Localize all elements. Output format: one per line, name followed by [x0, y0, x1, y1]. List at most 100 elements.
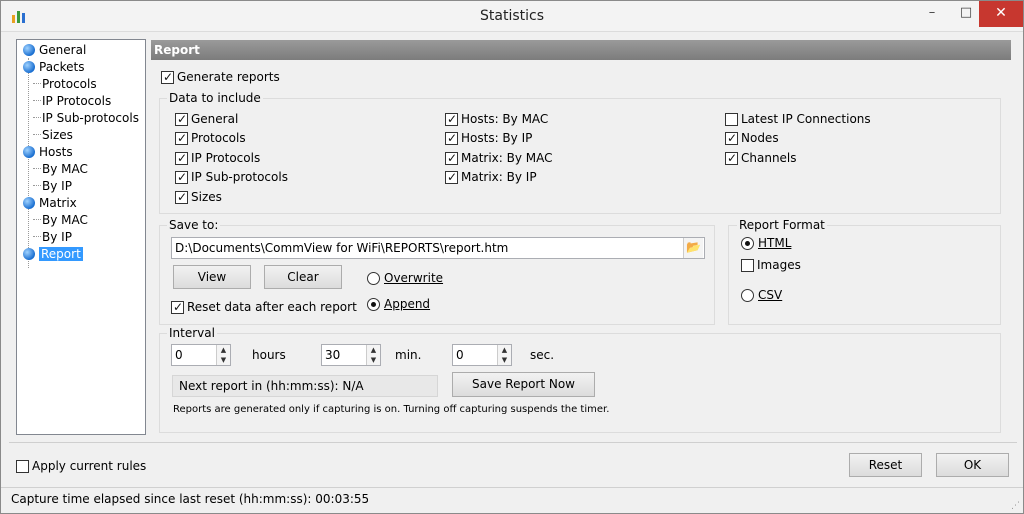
- checkbox-box: [445, 131, 458, 145]
- csv-format-radio[interactable]: CSV: [741, 288, 782, 302]
- minimize-icon[interactable]: –: [917, 1, 947, 27]
- seconds-value: 0: [456, 348, 464, 362]
- tree-item-label: Matrix: [39, 196, 77, 210]
- checkbox-box: [161, 70, 174, 84]
- hours-spinner[interactable]: 0 ▲ ▼: [171, 344, 231, 366]
- radio-label: Append: [384, 297, 431, 311]
- tree-item-hosts-by-mac[interactable]: By MAC: [42, 161, 88, 177]
- html-format-radio[interactable]: HTML: [741, 236, 791, 250]
- tree-item-label: Protocols: [42, 77, 97, 91]
- close-icon[interactable]: ✕: [979, 1, 1023, 27]
- tree-item-label: By MAC: [42, 162, 88, 176]
- seconds-label: sec.: [530, 348, 555, 362]
- checkbox-label: Reset data after each report: [187, 300, 357, 314]
- checkbox-label: Matrix: By IP: [461, 170, 537, 184]
- include-sizes-checkbox[interactable]: Sizes: [175, 190, 222, 204]
- node-icon: [23, 44, 35, 56]
- tree-item-report[interactable]: Report: [23, 246, 83, 262]
- save-report-now-button[interactable]: Save Report Now: [452, 372, 595, 397]
- checkbox-label: Hosts: By IP: [461, 131, 533, 145]
- tree-item-label: IP Protocols: [42, 94, 112, 108]
- include-matrix-by-mac-checkbox[interactable]: Matrix: By MAC: [445, 151, 553, 165]
- overwrite-radio[interactable]: Overwrite: [367, 271, 443, 285]
- interval-note: Reports are generated only if capturing …: [173, 404, 610, 415]
- seconds-spinner[interactable]: 0 ▲ ▼: [452, 344, 512, 366]
- tree-item-ip-protocols[interactable]: IP Protocols: [42, 93, 111, 109]
- tree-item-sizes[interactable]: Sizes: [42, 127, 73, 143]
- folder-open-icon[interactable]: 📂: [683, 238, 703, 258]
- tree-connector: [33, 219, 41, 220]
- reset-after-report-checkbox[interactable]: Reset data after each report: [171, 300, 357, 314]
- checkbox-box: [445, 170, 458, 184]
- generate-reports-checkbox[interactable]: Generate reports: [161, 70, 280, 84]
- include-channels-checkbox[interactable]: Channels: [725, 151, 797, 165]
- checkbox-box: [175, 190, 188, 204]
- report-section-header: Report: [151, 40, 1011, 60]
- report-path-field[interactable]: D:\Documents\CommView for WiFi\REPORTS\r…: [171, 237, 705, 259]
- tree-connector: [33, 134, 41, 135]
- spinner-arrows-icon[interactable]: ▲ ▼: [497, 345, 511, 365]
- spinner-arrows-icon[interactable]: ▲ ▼: [216, 345, 230, 365]
- spinner-arrows-icon[interactable]: ▲ ▼: [366, 345, 380, 365]
- radio-circle: [367, 298, 380, 311]
- checkbox-box: [175, 170, 188, 184]
- resize-grip-icon[interactable]: ⋰: [1011, 501, 1020, 511]
- report-path-value: D:\Documents\CommView for WiFi\REPORTS\r…: [175, 241, 509, 255]
- report-format-title: Report Format: [737, 218, 827, 232]
- tree-item-matrix-by-ip[interactable]: By IP: [42, 229, 72, 245]
- include-hosts-by-ip-checkbox[interactable]: Hosts: By IP: [445, 131, 532, 145]
- tree-item-hosts-by-ip[interactable]: By IP: [42, 178, 72, 194]
- checkbox-box: [445, 112, 458, 126]
- maximize-icon[interactable]: □: [951, 1, 981, 27]
- clear-button[interactable]: Clear: [264, 265, 342, 289]
- radio-label: CSV: [758, 288, 783, 302]
- include-hosts-by-mac-checkbox[interactable]: Hosts: By MAC: [445, 112, 548, 126]
- include-ip-sub-protocols-checkbox[interactable]: IP Sub-protocols: [175, 170, 288, 184]
- checkbox-label: Generate reports: [177, 70, 280, 84]
- checkbox-box: [175, 131, 188, 145]
- checkbox-label: Images: [757, 258, 801, 272]
- apply-current-rules-checkbox[interactable]: Apply current rules: [16, 459, 146, 473]
- hours-value: 0: [175, 348, 183, 362]
- include-general-checkbox[interactable]: General: [175, 112, 238, 126]
- tree-connector: [33, 185, 41, 186]
- checkbox-label: Apply current rules: [32, 459, 147, 473]
- tree-connector: [33, 83, 41, 84]
- append-radio[interactable]: Append: [367, 297, 430, 311]
- tree-item-protocols[interactable]: Protocols: [42, 76, 97, 92]
- checkbox-box: [725, 151, 738, 165]
- category-tree[interactable]: General Packets Protocols IP Protocols I…: [16, 39, 146, 435]
- include-matrix-by-ip-checkbox[interactable]: Matrix: By IP: [445, 170, 537, 184]
- tree-item-matrix-by-mac[interactable]: By MAC: [42, 212, 88, 228]
- checkbox-label: General: [191, 112, 239, 126]
- statistics-window: Statistics – □ ✕ General Packets Protoco…: [0, 0, 1024, 514]
- next-report-display: Next report in (hh:mm:ss): N/A: [172, 375, 438, 397]
- checkbox-label: Latest IP Connections: [741, 112, 871, 126]
- radio-circle: [741, 237, 754, 250]
- images-checkbox[interactable]: Images: [741, 258, 801, 272]
- tree-item-ip-sub-protocols[interactable]: IP Sub-protocols: [42, 110, 139, 126]
- tree-item-hosts[interactable]: Hosts: [23, 144, 73, 160]
- tree-item-label: IP Sub-protocols: [42, 111, 139, 125]
- include-protocols-checkbox[interactable]: Protocols: [175, 131, 246, 145]
- tree-item-general[interactable]: General: [23, 42, 86, 58]
- tree-item-matrix[interactable]: Matrix: [23, 195, 77, 211]
- minutes-value: 30: [325, 348, 341, 362]
- minutes-spinner[interactable]: 30 ▲ ▼: [321, 344, 381, 366]
- include-nodes-checkbox[interactable]: Nodes: [725, 131, 779, 145]
- checkbox-label: IP Sub-protocols: [191, 170, 288, 184]
- status-bar: Capture time elapsed since last reset (h…: [1, 487, 1023, 513]
- tree-item-label: Hosts: [39, 145, 73, 159]
- tree-connector: [33, 168, 41, 169]
- tree-item-packets[interactable]: Packets: [23, 59, 85, 75]
- view-button[interactable]: View: [173, 265, 251, 289]
- footer-divider: [9, 442, 1017, 443]
- tree-item-label: Report: [39, 247, 83, 261]
- checkbox-label: Protocols: [191, 131, 246, 145]
- radio-label: HTML: [758, 236, 792, 250]
- include-latest-ip-connections-checkbox[interactable]: Latest IP Connections: [725, 112, 871, 126]
- checkbox-box: [445, 151, 458, 165]
- include-ip-protocols-checkbox[interactable]: IP Protocols: [175, 151, 260, 165]
- reset-button[interactable]: Reset: [849, 453, 922, 477]
- ok-button[interactable]: OK: [936, 453, 1009, 477]
